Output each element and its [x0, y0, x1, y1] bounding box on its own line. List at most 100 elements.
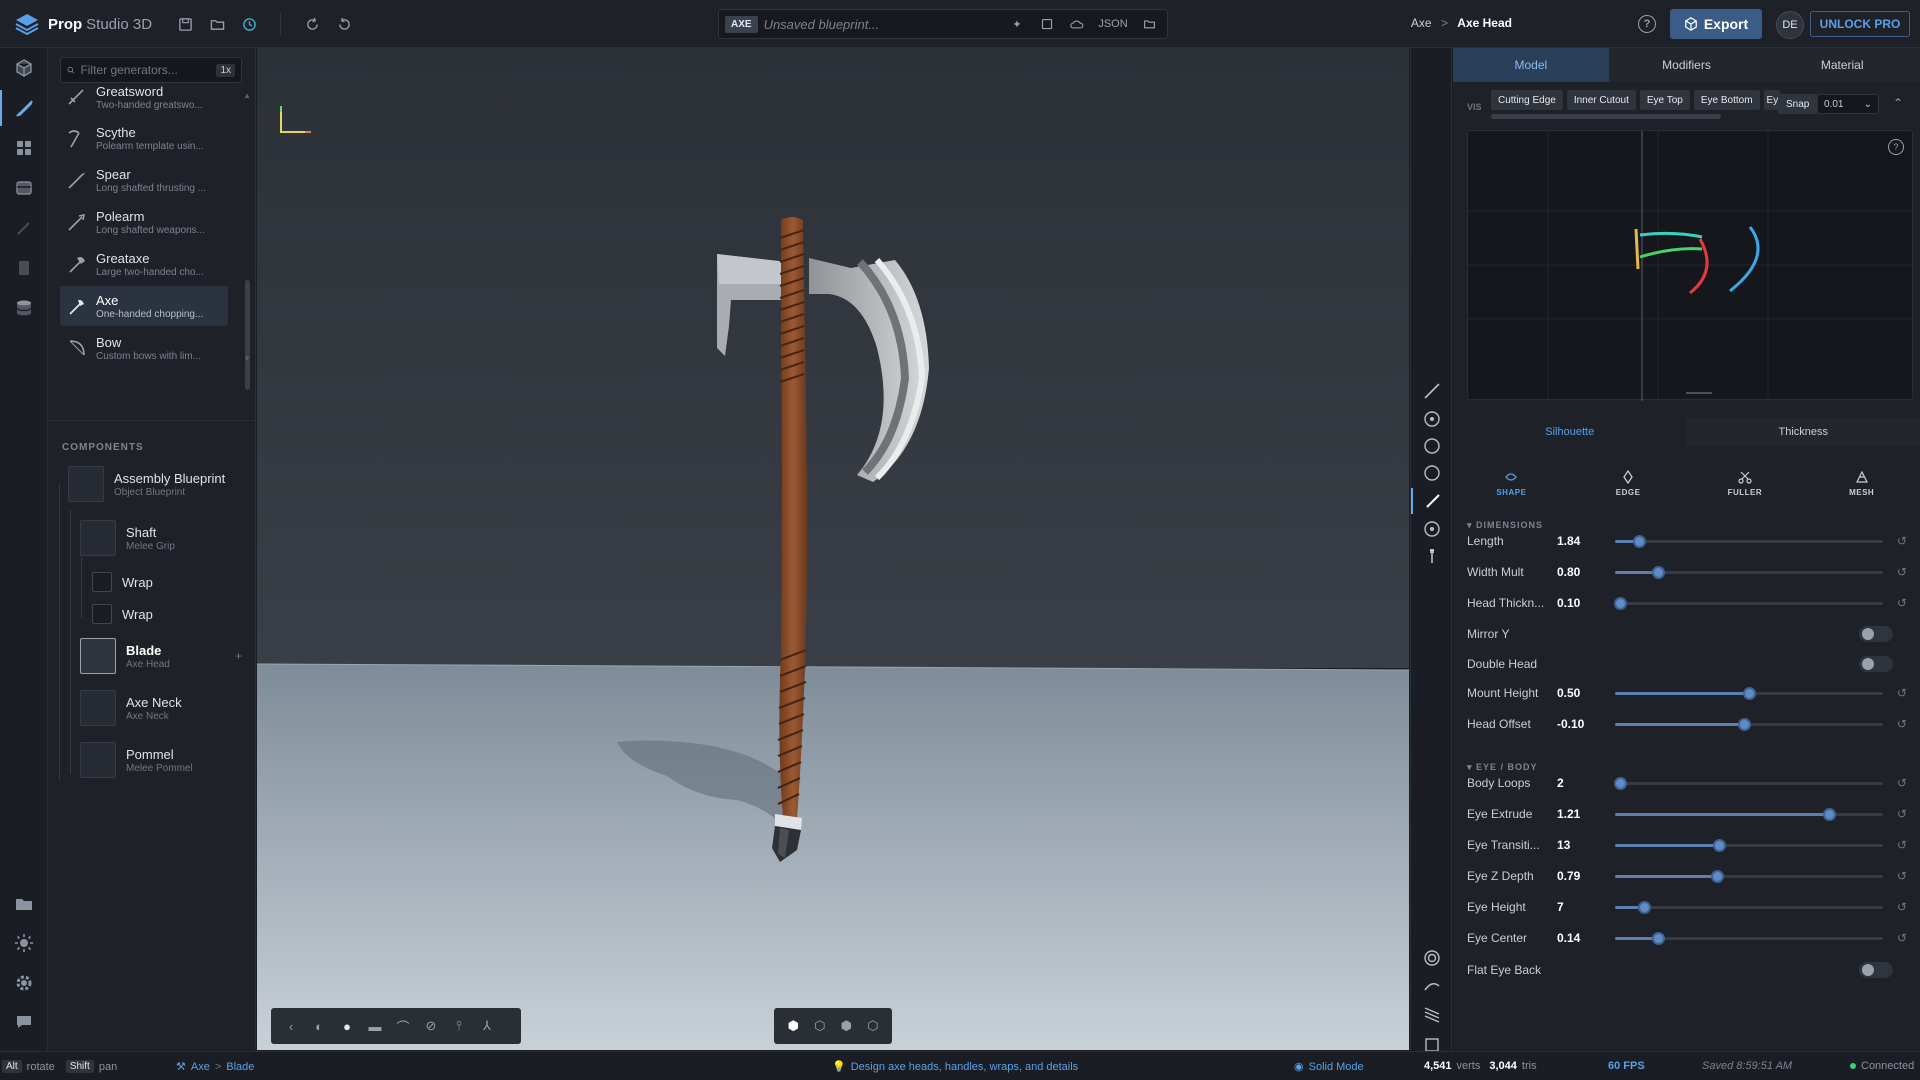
length-slider[interactable]: [1614, 534, 1883, 548]
status-crumb-blade[interactable]: Blade: [226, 1061, 254, 1073]
tab-modifiers[interactable]: Modifiers: [1609, 48, 1765, 82]
dimensions-section-title[interactable]: ▾ DIMENSIONS: [1467, 520, 1543, 531]
cube-nav-icon[interactable]: [0, 50, 48, 86]
generator-item-spear[interactable]: Spear Long shafted thrusting ...: [60, 160, 228, 200]
filter-generators-input[interactable]: [80, 63, 211, 77]
component-shaft[interactable]: Shaft Melee Grip: [80, 520, 175, 556]
pivot-tool-icon[interactable]: [1411, 516, 1453, 542]
slider-knob[interactable]: [1651, 565, 1665, 579]
undo-icon[interactable]: [331, 11, 357, 37]
json-export-button[interactable]: JSON: [1095, 13, 1131, 35]
flat-eye-back-toggle[interactable]: [1859, 962, 1893, 978]
slider-knob[interactable]: [1638, 900, 1652, 914]
hatch-tool-icon[interactable]: [1411, 1003, 1453, 1029]
generators-scrollbar[interactable]: [245, 280, 250, 390]
open-folder-icon[interactable]: [1137, 13, 1161, 35]
reset-icon[interactable]: ↺: [1897, 838, 1907, 852]
filter-generators-field[interactable]: 1x: [60, 57, 242, 83]
database-nav-icon[interactable]: [0, 290, 48, 326]
user-avatar[interactable]: DE: [1776, 11, 1804, 39]
blade-tool-icon[interactable]: [1411, 378, 1453, 404]
param-value[interactable]: 1.21: [1555, 807, 1611, 821]
wireframe-cube-icon[interactable]: ⬡: [809, 1014, 832, 1038]
eye-height-slider[interactable]: [1614, 900, 1883, 914]
double-head-toggle[interactable]: [1859, 656, 1893, 672]
edit-tool-icon[interactable]: [1411, 488, 1453, 514]
collapse-chevron-icon[interactable]: ‹: [279, 1014, 303, 1038]
reset-icon[interactable]: ↺: [1897, 717, 1907, 731]
curve-editor-canvas[interactable]: ?: [1467, 130, 1914, 401]
3d-viewport[interactable]: ‹ ◐ ● ▬ ⌒ ⊘ ⫯ ⅄ ⬢ ⬡ ⬢ ⬡: [257, 48, 1409, 1050]
solid-cube-icon[interactable]: ⬢: [782, 1014, 805, 1038]
chip-eye-bottom[interactable]: Eye Bottom: [1693, 90, 1760, 110]
pivot-icon[interactable]: ⫯: [447, 1014, 471, 1038]
slider-knob[interactable]: [1614, 776, 1628, 790]
pin-tool-icon[interactable]: [1411, 543, 1453, 569]
generator-item-polearm[interactable]: Polearm Long shafted weapons...: [60, 202, 228, 242]
param-value[interactable]: 7: [1555, 900, 1611, 914]
param-value[interactable]: 0.79: [1555, 869, 1611, 883]
grid-nav-icon[interactable]: [0, 130, 48, 166]
param-value[interactable]: 1.84: [1555, 534, 1611, 548]
component-pommel[interactable]: Pommel Melee Pommel: [80, 742, 193, 778]
editor-help-icon[interactable]: ?: [1888, 139, 1904, 155]
eye-extrude-slider[interactable]: [1614, 807, 1883, 821]
circle-tool-icon[interactable]: [1411, 433, 1453, 459]
ring-tool-icon[interactable]: [1411, 460, 1453, 486]
eye-body-section-title[interactable]: ▾ EYE / BODY: [1467, 762, 1538, 773]
scroll-up-arrow[interactable]: ▲: [243, 91, 251, 100]
reset-icon[interactable]: ↺: [1897, 565, 1907, 579]
target-tool-icon[interactable]: [1411, 406, 1453, 432]
rings-tool-icon[interactable]: [1411, 945, 1453, 971]
save-icon[interactable]: [172, 11, 198, 37]
shading-sphere-icon[interactable]: ◐: [307, 1014, 331, 1038]
reset-icon[interactable]: ↺: [1897, 931, 1907, 945]
textured-cube-icon[interactable]: ⬢: [835, 1014, 858, 1038]
mode-edge[interactable]: EDGE: [1570, 458, 1687, 508]
export-button[interactable]: Export: [1670, 9, 1762, 39]
save-doc-icon[interactable]: [1035, 13, 1059, 35]
eye-transition-slider[interactable]: [1614, 838, 1883, 852]
component-wrap-1[interactable]: Wrap: [92, 572, 153, 592]
cloud-icon[interactable]: [1065, 13, 1089, 35]
xray-cube-icon[interactable]: ⬡: [862, 1014, 885, 1038]
wrap-checkbox[interactable]: [92, 604, 112, 624]
sun-icon[interactable]: [0, 925, 48, 961]
redo-icon[interactable]: [299, 11, 325, 37]
slider-knob[interactable]: [1823, 807, 1837, 821]
snap-increment-select[interactable]: 0.01 ⌄: [1817, 94, 1879, 114]
component-assembly-blueprint[interactable]: Assembly Blueprint Object Blueprint: [68, 466, 225, 502]
head-thickness-slider[interactable]: [1614, 596, 1883, 610]
axes-icon[interactable]: ⅄: [475, 1014, 499, 1038]
chips-scrollbar[interactable]: [1491, 114, 1721, 119]
body-loops-slider[interactable]: [1614, 776, 1883, 790]
render-mode-status[interactable]: ◉ Solid Mode: [1294, 1060, 1364, 1074]
reset-icon[interactable]: ↺: [1897, 596, 1907, 610]
param-value[interactable]: 0.10: [1555, 596, 1611, 610]
reset-icon[interactable]: ↺: [1897, 686, 1907, 700]
document-nav-icon[interactable]: [0, 250, 48, 286]
lighting-icon[interactable]: ⌒: [391, 1014, 415, 1038]
reset-icon[interactable]: ↺: [1897, 534, 1907, 548]
slider-knob[interactable]: [1651, 931, 1665, 945]
head-offset-slider[interactable]: [1614, 717, 1883, 731]
collapse-chevron-up-icon[interactable]: ⌃: [1893, 96, 1903, 110]
generator-item-bow[interactable]: Bow Custom bows with lim...: [60, 328, 228, 368]
generator-item-scythe[interactable]: Scythe Polearm template usin...: [60, 118, 228, 158]
tab-model[interactable]: Model: [1453, 48, 1609, 82]
wrap-checkbox[interactable]: [92, 572, 112, 592]
reset-icon[interactable]: ↺: [1897, 869, 1907, 883]
document-name[interactable]: Unsaved blueprint...: [764, 17, 999, 32]
slider-knob[interactable]: [1742, 686, 1756, 700]
breadcrumb-parent[interactable]: Axe: [1411, 16, 1432, 30]
component-axe-neck[interactable]: Axe Neck Axe Neck: [80, 690, 182, 726]
component-wrap-2[interactable]: Wrap: [92, 604, 153, 624]
snap-toggle[interactable]: Snap: [1778, 94, 1818, 114]
reset-icon[interactable]: ↺: [1897, 807, 1907, 821]
floor-icon[interactable]: ▬: [363, 1014, 387, 1038]
chip-eye-top[interactable]: Eye Top: [1639, 90, 1690, 110]
eye-center-slider[interactable]: [1614, 931, 1883, 945]
mode-fuller[interactable]: FULLER: [1687, 458, 1804, 508]
generator-item-axe[interactable]: Axe One-handed chopping...: [60, 286, 228, 326]
chip-inner-cutout[interactable]: Inner Cutout: [1566, 90, 1636, 110]
